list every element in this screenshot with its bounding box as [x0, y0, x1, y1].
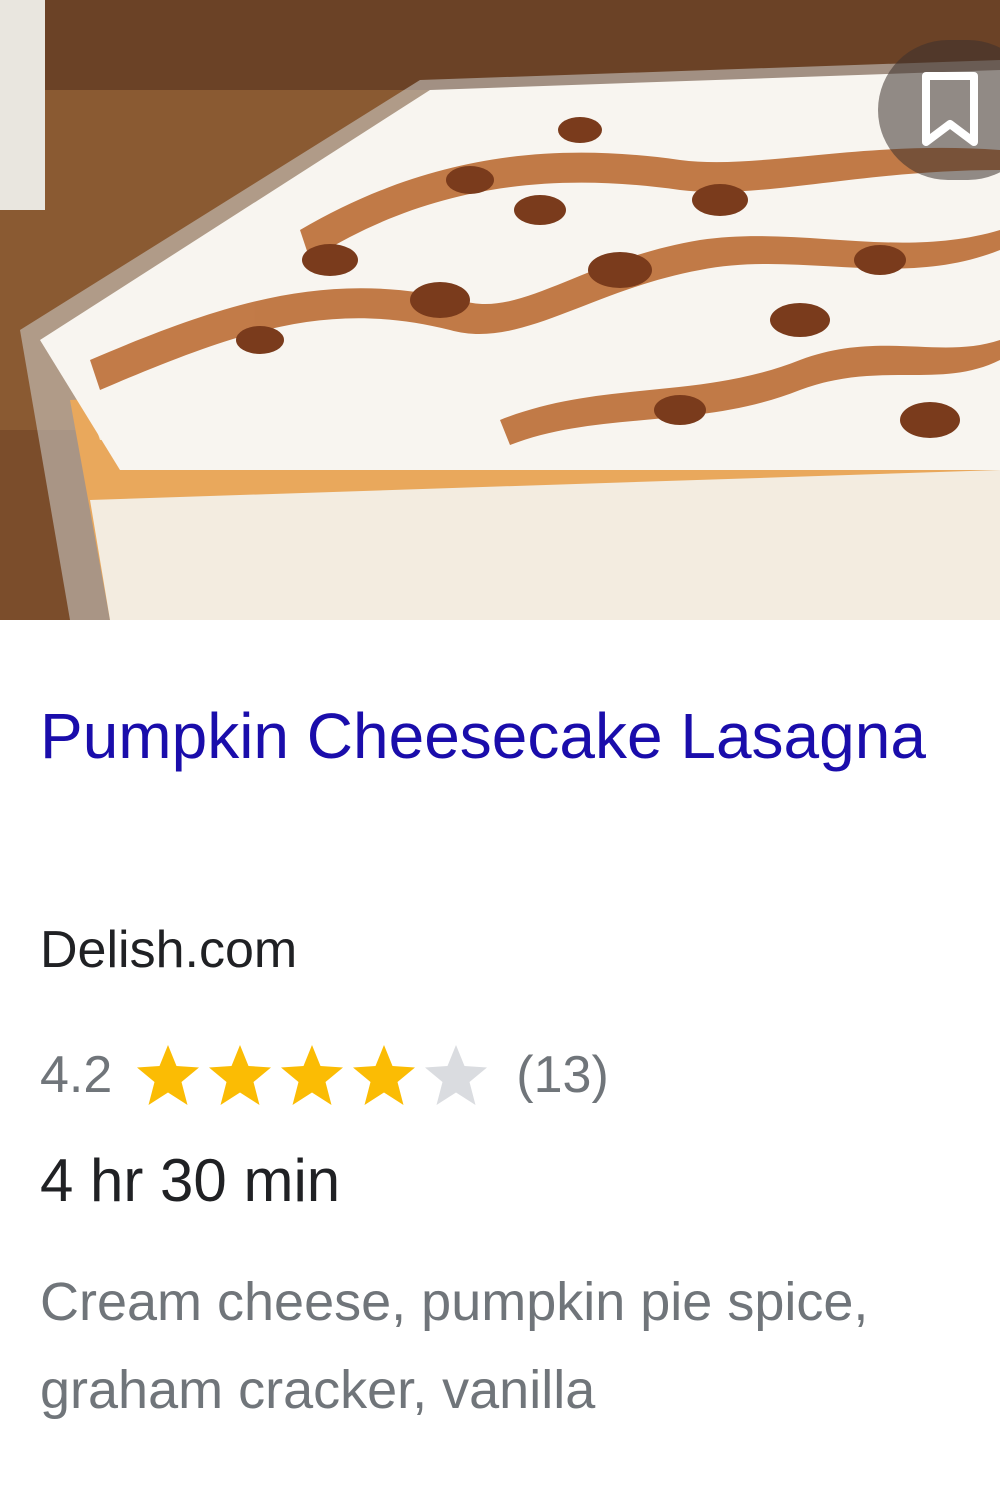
review-count: (13)	[516, 1046, 609, 1104]
star-filled-icon	[209, 1045, 272, 1105]
cook-time: 4 hr 30 min	[40, 1147, 341, 1214]
recipe-source: Delish.com	[40, 921, 298, 979]
star-filled-icon	[137, 1045, 200, 1105]
star-filled-icon	[353, 1045, 416, 1105]
rating-value: 4.2	[40, 1046, 113, 1104]
rating-row: 4.2 (13)	[40, 1040, 609, 1110]
star-filled-icon	[281, 1045, 344, 1105]
star-empty-icon	[425, 1045, 488, 1105]
recipe-title-link[interactable]: Pumpkin Cheesecake Lasagna	[40, 694, 940, 778]
recipe-card[interactable]: Pumpkin Cheesecake Lasagna Delish.com 4.…	[0, 0, 1000, 1500]
star-rating	[132, 1042, 492, 1108]
ingredients-list: Cream cheese, pumpkin pie spice, graham …	[40, 1272, 869, 1420]
recipe-photo[interactable]	[0, 0, 1000, 620]
bookmark-icon	[922, 72, 978, 146]
recipe-photo-image	[0, 0, 1000, 620]
